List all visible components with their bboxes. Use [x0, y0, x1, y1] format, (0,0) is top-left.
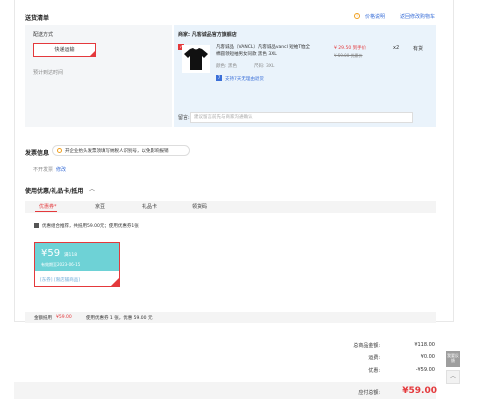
scroll-top-button[interactable]: ︿	[446, 370, 460, 384]
chevron-up-icon[interactable]: ︿	[89, 184, 95, 193]
tab-jingdou[interactable]: 京豆	[95, 203, 105, 210]
stock-status: 有货	[413, 46, 424, 52]
delivery-section	[25, 25, 172, 127]
delivery-method-label: 配送方式	[33, 32, 54, 38]
freight-value: ¥0.00	[420, 354, 435, 360]
pay-total-value: ¥59.00	[402, 386, 437, 396]
coupon-selected-icon	[111, 278, 119, 286]
invoice-notice: 开企业抬头发票须填写纳税人识别号，以免影响报销	[52, 145, 190, 156]
summary-detail: 使用优惠券 1 张，优惠 59.00 元	[86, 316, 153, 321]
price-info-link[interactable]: 价格说明	[365, 13, 385, 20]
message-input[interactable]: 建议留言前先与商家沟通确认	[190, 112, 413, 123]
tab-gift-card[interactable]: 礼品卡	[142, 203, 157, 210]
coupon-card[interactable]: ¥59 满118 有效期至2023-06-15 [东券] [限店铺商品]	[34, 242, 120, 287]
return-policy-badge: 支持7天无理由退货	[225, 77, 264, 82]
express-shipping-label: 快递运输	[54, 47, 75, 53]
coupon-amount: ¥59	[41, 248, 61, 259]
summary-amount-label: 金额抵用	[34, 316, 52, 321]
quantity: x2	[393, 45, 400, 51]
tab-pickup-code[interactable]: 领货码	[192, 203, 207, 210]
original-price: ¥ 59.00 优惠价	[334, 53, 363, 58]
goods-total-label: 总商品金额:	[353, 343, 380, 349]
tab-coupons[interactable]: 优惠券*	[39, 203, 57, 210]
express-shipping-button[interactable]: 快递运输	[33, 43, 96, 57]
tshirt-icon	[184, 48, 208, 70]
discount-value: -¥59.00	[415, 367, 435, 373]
product-image[interactable]	[182, 45, 210, 73]
estimate-label: 预计到达时间	[33, 70, 64, 76]
summary-amount: ¥59.00	[56, 315, 72, 320]
selected-check-icon	[90, 51, 95, 56]
bulb-icon	[57, 148, 62, 153]
auto-use-text: 优惠组合推荐，共抵用59.00元；使用优惠券1张	[42, 224, 139, 229]
product-name-line1[interactable]: 凡客诚品（VANCL）凡客诚品vancl 短袖T恤全	[216, 44, 310, 50]
invoice-edit-link[interactable]: 修改	[56, 166, 66, 173]
size-label: 尺码: 3XL	[254, 64, 275, 69]
goods-total-value: ¥118.00	[414, 342, 435, 348]
discount-label: 优惠:	[368, 368, 380, 374]
coupons-title[interactable]: 使用优惠/礼品卡/抵用	[25, 186, 83, 195]
invoice-status: 不开发票	[33, 167, 54, 173]
tab-coupons-label: 优惠券	[39, 204, 55, 210]
return-cart-link[interactable]: 返回修改购物车	[400, 13, 435, 20]
invoice-title: 发票信息	[25, 150, 50, 157]
coupon-tabs	[25, 201, 436, 213]
unit-price: ¥ 29.50 到手价	[334, 46, 367, 51]
message-label: 留言:	[178, 115, 190, 121]
product-name-line2[interactable]: 棉圆领短袖男女同款 黑色 3XL	[216, 51, 277, 57]
color-label: 颜色: 黑色	[216, 64, 237, 69]
chevron-up-icon: ︿	[449, 373, 456, 380]
store-label: 商家: 凡客诚品官方旗舰店	[178, 32, 237, 38]
tab-coupons-badge: *	[54, 204, 57, 210]
coupon-condition: 满118	[64, 253, 78, 258]
feedback-button[interactable]: 我要反馈	[446, 351, 460, 367]
freight-label: 运费:	[368, 355, 380, 361]
info-icon: !	[354, 13, 360, 19]
coupon-tags: [东券] [限店铺商品]	[40, 278, 80, 283]
pay-total-label: 应付总额:	[358, 390, 380, 396]
invoice-notice-text: 开企业抬头发票须填写纳税人识别号，以免影响报销	[65, 149, 169, 154]
return-policy-icon: 7	[216, 75, 222, 81]
coupon-header: ¥59 满118 有效期至2023-06-15	[35, 243, 119, 271]
shipping-list-title: 送货清单	[25, 15, 50, 22]
tab-active-underline	[35, 211, 57, 212]
auto-use-checkbox[interactable]	[34, 223, 39, 228]
coupon-expiry: 有效期至2023-06-15	[41, 262, 81, 267]
